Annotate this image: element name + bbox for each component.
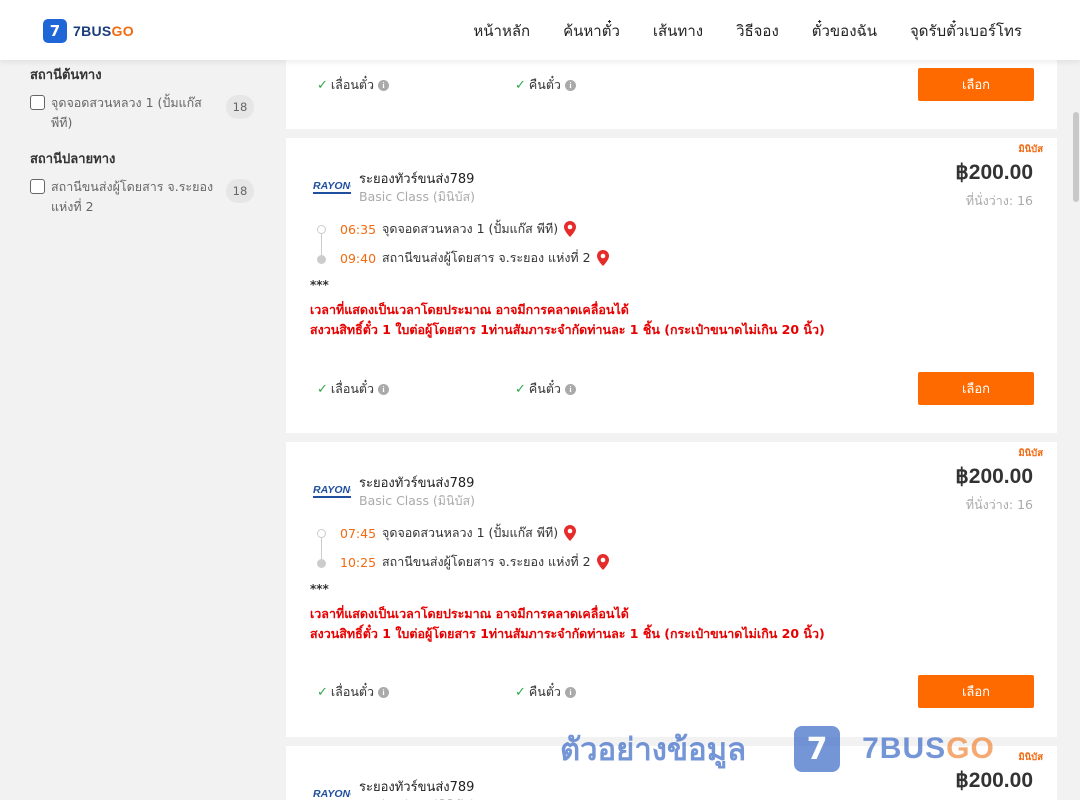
operator-name: ระยองทัวร์ขนส่ง789 [359,780,475,795]
notice-time-estimate: เวลาที่แสดงเป็นเวลาโดยประมาณ อาจมีการคลา… [310,606,629,621]
notice-luggage-policy: สงวนสิทธิ์ตั๋ว 1 ใบต่อผู้โดยสาร 1ท่านสัม… [310,322,825,337]
minibus-badge: มินิบัส [1018,144,1043,155]
feature-change-ticket: ✓ เลื่อนตั๋ว i [317,75,515,95]
trip-features: ✓ เลื่อนตั๋ว i ✓ คืนตั๋ว i [317,682,713,702]
departure-stop-name: จุดจอดสวนหลวง 1 (ปั้มแก๊ส พีที) [382,221,559,236]
info-icon[interactable]: i [378,383,390,395]
destination-filter-title: สถานีปลายทาง [30,152,116,167]
trip-card-partial: ✓ เลื่อนตั๋ว i ✓ คืนตั๋ว i เลือก [286,60,1057,129]
bus-class: Basic Class (มินิบัส) [359,189,476,204]
select-button[interactable]: เลือก [918,675,1034,708]
trip-features: ✓ เลื่อนตั๋ว i ✓ คืนตั๋ว i [317,379,713,399]
arrival-stop-name: สถานีขนส่งผู้โดยสาร จ.ระยอง แห่งที่ 2 [382,250,591,265]
trip-features: ✓ เลื่อนตั๋ว i ✓ คืนตั๋ว i [317,75,713,95]
bus-class: Basic Class (มินิบัส) [359,493,476,508]
departure-time: 06:35 [340,221,377,237]
origin-option-label[interactable]: จุดจอดสวนหลวง 1 (ปั้มแก๊ส พีที) [51,93,216,133]
departure-stop: 06:35 จุดจอดสวนหลวง 1 (ปั้มแก๊ส พีที) [340,219,577,239]
main-nav: หน้าหลัก ค้นหาตั๋ว เส้นทาง วิธีจอง ตั๋วข… [473,19,1022,43]
check-icon: ✓ [317,77,328,93]
note-stars: *** [310,278,329,292]
origin-checkbox[interactable] [30,95,45,110]
destination-filter-option[interactable]: สถานีขนส่งผู้โดยสาร จ.ระยอง แห่งที่ 2 18 [30,177,260,217]
check-icon: ✓ [515,381,526,397]
arrival-dot [317,255,326,264]
destination-count-badge: 18 [226,179,254,203]
trip-price: ฿200.00 [955,161,1033,184]
nav-search-tickets[interactable]: ค้นหาตั๋ว [563,19,620,43]
seats-available: ที่นั่งว่าง: 16 [965,193,1033,208]
select-button[interactable]: เลือก [918,372,1034,405]
logo-text: 7BUSGO [73,23,134,39]
origin-count-badge: 18 [226,95,254,119]
trip-card: มินิบัส RAYONG ระยองทัวร์ขนส่ง789 Basic … [286,138,1057,433]
departure-stop-name: จุดจอดสวนหลวง 1 (ปั้มแก๊ส พีที) [382,525,559,540]
map-pin-icon[interactable] [596,554,609,570]
check-icon: ✓ [515,77,526,93]
page-scrollbar[interactable] [1072,60,1080,800]
feature-change-ticket: ✓ เลื่อนตั๋ว i [317,379,515,399]
check-icon: ✓ [317,684,328,700]
feature-refund-ticket: ✓ คืนตั๋ว i [515,379,713,399]
logo-mark: 7 [43,19,67,43]
check-icon: ✓ [317,381,328,397]
map-pin-icon[interactable] [596,250,609,266]
arrival-stop-name: สถานีขนส่งผู้โดยสาร จ.ระยอง แห่งที่ 2 [382,554,591,569]
arrival-dot [317,559,326,568]
info-icon[interactable]: i [564,383,576,395]
departure-stop: 07:45 จุดจอดสวนหลวง 1 (ปั้มแก๊ส พีที) [340,523,577,543]
note-stars: *** [310,582,329,596]
bus-class: Basic Class (มินิบัส) [359,795,475,800]
notice-luggage-policy: สงวนสิทธิ์ตั๋ว 1 ใบต่อผู้โดยสาร 1ท่านสัม… [310,626,825,641]
destination-option-label[interactable]: สถานีขนส่งผู้โดยสาร จ.ระยอง แห่งที่ 2 [51,177,216,217]
feature-refund-ticket: ✓ คืนตั๋ว i [515,75,713,95]
operator-name: ระยองทัวร์ขนส่ง789 [359,172,475,187]
operator-logo: RAYONG [313,484,351,498]
notice-time-estimate: เวลาที่แสดงเป็นเวลาโดยประมาณ อาจมีการคลา… [310,302,629,317]
feature-refund-ticket: ✓ คืนตั๋ว i [515,682,713,702]
trip-card: มินิบัส RAYONG ระยองทัวร์ขนส่ง789 Basic … [286,442,1057,737]
info-icon[interactable]: i [378,79,390,91]
origin-filter-title: สถานีต้นทาง [30,68,102,83]
map-pin-icon[interactable] [564,525,577,541]
nav-ticket-pickup[interactable]: จุดรับตั๋วเบอร์โทร [910,19,1022,43]
arrival-time: 10:25 [340,554,377,570]
filter-sidebar: สถานีต้นทาง จุดจอดสวนหลวง 1 (ปั้มแก๊ส พี… [30,60,260,217]
select-button[interactable]: เลือก [918,68,1034,101]
nav-how-to-book[interactable]: วิธีจอง [736,19,779,43]
operator-logo: RAYONG [313,180,351,194]
trip-card: มินิบัส RAYONG ระยองทัวร์ขนส่ง789 Basic … [286,746,1057,800]
nav-home[interactable]: หน้าหลัก [473,19,530,43]
origin-filter-option[interactable]: จุดจอดสวนหลวง 1 (ปั้มแก๊ส พีที) 18 [30,93,260,133]
info-icon[interactable]: i [564,79,576,91]
scroll-thumb[interactable] [1073,112,1079,202]
arrival-stop: 09:40 สถานีขนส่งผู้โดยสาร จ.ระยอง แห่งที… [340,248,609,268]
site-logo[interactable]: 7 7BUSGO [43,19,134,43]
trip-price: ฿200.00 [955,465,1033,488]
check-icon: ✓ [515,684,526,700]
arrival-stop: 10:25 สถานีขนส่งผู้โดยสาร จ.ระยอง แห่งที… [340,552,609,572]
operator-name: ระยองทัวร์ขนส่ง789 [359,476,475,491]
operator-logo: RAYONG [313,788,351,800]
departure-time: 07:45 [340,525,377,541]
nav-routes[interactable]: เส้นทาง [653,19,703,43]
arrival-time: 09:40 [340,250,377,266]
top-header: 7 7BUSGO หน้าหลัก ค้นหาตั๋ว เส้นทาง วิธี… [0,0,1080,60]
info-icon[interactable]: i [378,686,390,698]
seats-available: ที่นั่งว่าง: 16 [965,497,1033,512]
nav-my-tickets[interactable]: ตั๋วของฉัน [812,19,877,43]
info-icon[interactable]: i [564,686,576,698]
feature-change-ticket: ✓ เลื่อนตั๋ว i [317,682,515,702]
minibus-badge: มินิบัส [1018,752,1043,763]
map-pin-icon[interactable] [564,221,577,237]
destination-checkbox[interactable] [30,179,45,194]
minibus-badge: มินิบัส [1018,448,1043,459]
trip-price: ฿200.00 [955,769,1033,792]
